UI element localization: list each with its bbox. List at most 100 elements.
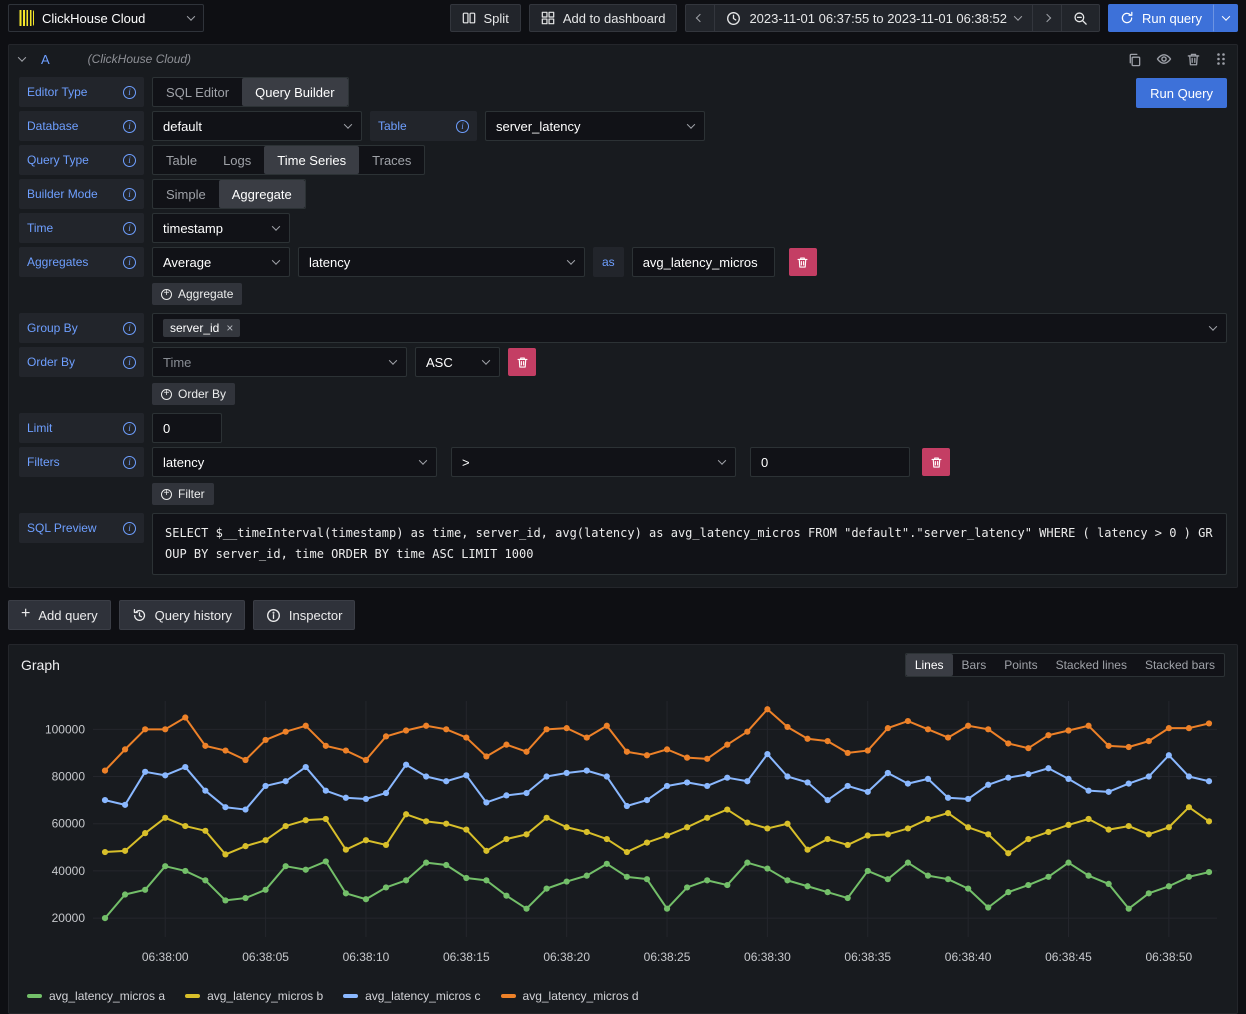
order-by-direction-select[interactable]: ASC bbox=[415, 347, 500, 377]
graph-style-toggle: Lines Bars Points Stacked lines Stacked … bbox=[905, 653, 1225, 677]
builder-mode-option-aggregate[interactable]: Aggregate bbox=[219, 180, 305, 208]
add-order-by-button[interactable]: Order By bbox=[152, 383, 235, 405]
collapse-chevron-icon[interactable] bbox=[18, 53, 26, 61]
time-range-button[interactable]: 2023-11-01 06:37:55 to 2023-11-01 06:38:… bbox=[714, 4, 1032, 32]
time-back-button[interactable] bbox=[685, 4, 714, 32]
remove-order-by-button[interactable] bbox=[508, 348, 536, 376]
data-point bbox=[704, 756, 710, 762]
remove-tag-icon[interactable]: × bbox=[226, 321, 233, 335]
time-column-select[interactable]: timestamp bbox=[152, 213, 290, 243]
query-type-option-time-series[interactable]: Time Series bbox=[264, 146, 359, 174]
data-point bbox=[142, 726, 148, 732]
chevron-down-icon bbox=[1014, 12, 1022, 20]
data-point bbox=[423, 723, 429, 729]
legend-item[interactable]: avg_latency_micros b bbox=[185, 989, 323, 1003]
split-button[interactable]: Split bbox=[450, 4, 521, 32]
add-filter-button[interactable]: Filter bbox=[152, 483, 214, 505]
add-aggregate-row: Aggregate bbox=[19, 281, 1227, 309]
run-query-panel-button[interactable]: Run Query bbox=[1136, 78, 1227, 108]
data-point bbox=[744, 819, 750, 825]
graph-style-stacked-lines[interactable]: Stacked lines bbox=[1047, 654, 1136, 676]
data-point bbox=[122, 746, 128, 752]
editor-type-option-sql-editor[interactable]: SQL Editor bbox=[153, 78, 242, 106]
legend-item[interactable]: avg_latency_micros c bbox=[343, 989, 480, 1003]
filter-column-select[interactable]: latency bbox=[152, 447, 437, 477]
database-select[interactable]: default bbox=[152, 111, 362, 141]
graph-style-stacked-bars[interactable]: Stacked bars bbox=[1136, 654, 1224, 676]
editor-type-option-query-builder[interactable]: Query Builder bbox=[242, 78, 347, 106]
time-forward-button[interactable] bbox=[1032, 4, 1061, 32]
info-icon[interactable] bbox=[123, 120, 136, 133]
query-type-option-logs[interactable]: Logs bbox=[210, 146, 264, 174]
data-point bbox=[102, 797, 108, 803]
legend-item[interactable]: avg_latency_micros d bbox=[501, 989, 639, 1003]
remove-aggregate-button[interactable] bbox=[789, 248, 817, 276]
query-type-option-traces[interactable]: Traces bbox=[359, 146, 424, 174]
info-icon[interactable] bbox=[123, 522, 136, 535]
graph-style-points[interactable]: Points bbox=[995, 654, 1046, 676]
data-point bbox=[343, 747, 349, 753]
graph-style-lines[interactable]: Lines bbox=[906, 654, 953, 676]
aggregate-alias-input[interactable]: avg_latency_micros bbox=[632, 247, 775, 277]
aggregate-function-select[interactable]: Average bbox=[152, 247, 290, 277]
trash-icon bbox=[930, 456, 943, 469]
run-query-button[interactable]: Run query bbox=[1108, 4, 1214, 32]
order-by-column-select[interactable]: Time bbox=[152, 347, 407, 377]
data-point bbox=[845, 895, 851, 901]
builder-mode-option-simple[interactable]: Simple bbox=[153, 180, 219, 208]
zoom-out-button[interactable] bbox=[1061, 4, 1100, 32]
add-aggregate-button[interactable]: Aggregate bbox=[152, 283, 242, 305]
aggregate-column-select[interactable]: latency bbox=[298, 247, 585, 277]
run-query-caret-button[interactable] bbox=[1214, 4, 1238, 32]
datasource-picker[interactable]: ClickHouse Cloud bbox=[8, 4, 204, 32]
data-point bbox=[202, 743, 208, 749]
latency-time-series-chart[interactable]: 2000040000600008000010000006:38:0006:38:… bbox=[21, 685, 1225, 985]
remove-filter-button[interactable] bbox=[922, 448, 950, 476]
info-icon[interactable] bbox=[123, 422, 136, 435]
graph-style-bars[interactable]: Bars bbox=[953, 654, 996, 676]
query-history-button[interactable]: Query history bbox=[119, 600, 245, 630]
plus-circle-icon bbox=[161, 389, 172, 400]
data-point bbox=[784, 724, 790, 730]
data-point bbox=[624, 749, 630, 755]
info-icon[interactable] bbox=[123, 322, 136, 335]
data-point bbox=[544, 815, 550, 821]
data-point bbox=[764, 751, 770, 757]
y-axis-tick-label: 60000 bbox=[52, 817, 86, 831]
data-point bbox=[283, 729, 289, 735]
info-icon[interactable] bbox=[123, 222, 136, 235]
filter-operator-select[interactable]: > bbox=[451, 447, 736, 477]
info-icon[interactable] bbox=[123, 456, 136, 469]
add-query-button[interactable]: + Add query bbox=[8, 600, 111, 630]
delete-query-trash-icon[interactable] bbox=[1186, 52, 1201, 67]
data-point bbox=[383, 842, 389, 848]
data-point bbox=[644, 797, 650, 803]
time-label: Time bbox=[19, 213, 144, 243]
legend-swatch bbox=[27, 994, 42, 998]
chevron-down-icon bbox=[419, 456, 427, 464]
query-type-option-table[interactable]: Table bbox=[153, 146, 210, 174]
data-point bbox=[544, 773, 550, 779]
info-icon[interactable] bbox=[123, 356, 136, 369]
group-by-multiselect[interactable]: server_id × bbox=[152, 313, 1227, 343]
info-icon[interactable] bbox=[123, 256, 136, 269]
info-icon[interactable] bbox=[123, 154, 136, 167]
query-type-label: Query Type bbox=[19, 145, 144, 175]
toggle-visibility-eye-icon[interactable] bbox=[1156, 51, 1172, 67]
legend-swatch bbox=[501, 994, 516, 998]
data-point bbox=[624, 803, 630, 809]
drag-handle-icon[interactable] bbox=[1215, 51, 1227, 67]
query-type-row: Query Type Table Logs Time Series Traces bbox=[19, 145, 1227, 175]
limit-input[interactable]: 0 bbox=[152, 413, 222, 443]
info-icon[interactable] bbox=[123, 86, 136, 99]
info-icon[interactable] bbox=[123, 188, 136, 201]
info-icon[interactable] bbox=[456, 120, 469, 133]
data-point bbox=[523, 831, 529, 837]
legend-item[interactable]: avg_latency_micros a bbox=[27, 989, 165, 1003]
filter-value-input[interactable]: 0 bbox=[750, 447, 910, 477]
table-select[interactable]: server_latency bbox=[485, 111, 705, 141]
datasource-name: ClickHouse Cloud bbox=[42, 11, 180, 26]
add-to-dashboard-button[interactable]: Add to dashboard bbox=[529, 4, 678, 32]
inspector-button[interactable]: Inspector bbox=[253, 600, 355, 630]
duplicate-query-icon[interactable] bbox=[1127, 52, 1142, 67]
